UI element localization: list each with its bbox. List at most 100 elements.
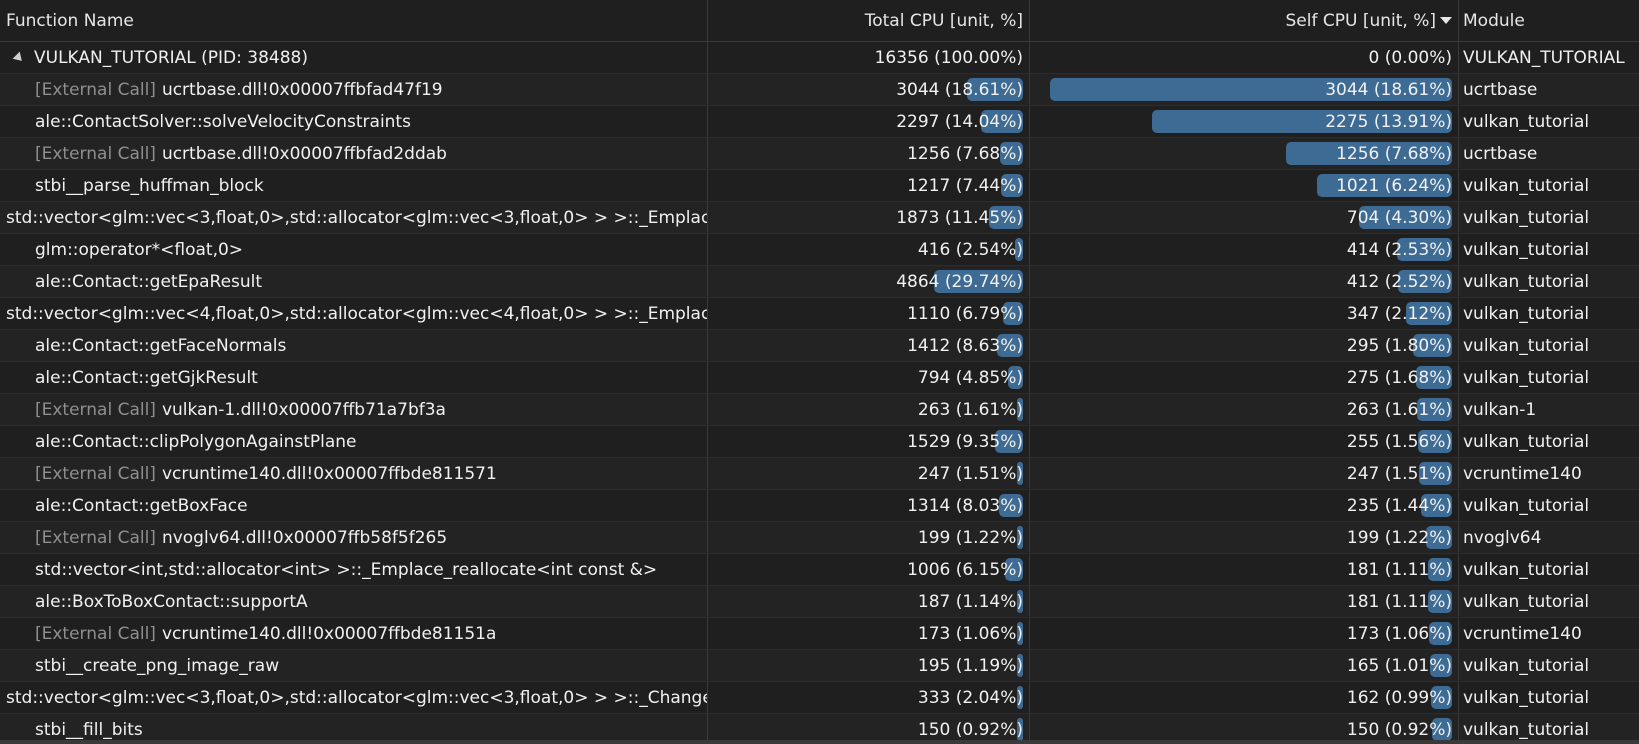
self-cpu-value: 1256 (7.68%) (1336, 143, 1452, 164)
self-cpu-cell: 162 (0.99%) (1030, 682, 1459, 713)
self-cpu-cell: 263 (1.61%) (1030, 394, 1459, 425)
column-header-function-name[interactable]: Function Name (0, 0, 708, 41)
total-cpu-cell: 150 (0.92%) (708, 714, 1030, 740)
table-row[interactable]: ale::Contact::clipPolygonAgainstPlane 152… (0, 426, 1639, 458)
table-row[interactable]: ale::Contact::getBoxFace 1314 (8.03%) 235 … (0, 490, 1639, 522)
table-row[interactable]: [External Call] vulkan-1.dll!0x00007ffb71… (0, 394, 1639, 426)
module-name: vulkan_tutorial (1463, 175, 1590, 196)
self-cpu-value: 255 (1.56%) (1346, 431, 1452, 452)
function-name: ale::Contact::getBoxFace (35, 495, 248, 516)
total-cpu-value: 16356 (100.00%) (874, 47, 1023, 68)
collapse-triangle-icon[interactable] (12, 51, 26, 64)
self-cpu-value: 295 (1.80%) (1346, 335, 1452, 356)
self-cpu-cell: 235 (1.44%) (1030, 490, 1459, 521)
self-cpu-cell: 181 (1.11%) (1030, 554, 1459, 585)
module-name: vcruntime140 (1463, 463, 1582, 484)
function-name: nvoglv64.dll!0x00007ffb58f5f265 (161, 527, 448, 548)
table-row[interactable]: stbi__create_png_image_raw 195 (1.19%) 165… (0, 650, 1639, 682)
table-row[interactable]: [External Call] vcruntime140.dll!0x00007f… (0, 458, 1639, 490)
module-cell: vulkan_tutorial (1459, 234, 1639, 265)
total-cpu-value: 1529 (9.35%) (907, 431, 1023, 452)
column-header-module[interactable]: Module (1459, 0, 1639, 41)
table-row[interactable]: std::vector<glm::vec<3,float,0>,std::all… (0, 202, 1639, 234)
self-cpu-cell: 414 (2.53%) (1030, 234, 1459, 265)
self-cpu-value: 181 (1.11%) (1346, 591, 1452, 612)
self-cpu-value: 181 (1.11%) (1346, 559, 1452, 580)
table-row[interactable]: VULKAN_TUTORIAL (PID: 38488) 16356 (100.0… (0, 42, 1639, 74)
function-name-cell: stbi__create_png_image_raw (0, 650, 708, 681)
table-row[interactable]: ale::Contact::getFaceNormals 1412 (8.63%)… (0, 330, 1639, 362)
module-name: vulkan_tutorial (1463, 495, 1590, 516)
module-name: vulkan_tutorial (1463, 207, 1590, 228)
column-header-self-cpu[interactable]: Self CPU [unit, %] (1030, 0, 1459, 41)
self-cpu-value: 0 (0.00%) (1368, 47, 1453, 68)
sort-descending-icon (1440, 17, 1452, 24)
module-name: vulkan_tutorial (1463, 687, 1590, 708)
module-name: vulkan-1 (1463, 399, 1537, 420)
table-row[interactable]: [External Call] nvoglv64.dll!0x00007ffb58… (0, 522, 1639, 554)
function-name: stbi__parse_huffman_block (35, 175, 264, 196)
table-row[interactable]: ale::BoxToBoxContact::supportA 187 (1.14%… (0, 586, 1639, 618)
total-cpu-value: 195 (1.19%) (917, 655, 1023, 676)
table-row[interactable]: [External Call] vcruntime140.dll!0x00007f… (0, 618, 1639, 650)
table-row[interactable]: ale::Contact::getGjkResult 794 (4.85%) 275… (0, 362, 1639, 394)
self-cpu-cell: 255 (1.56%) (1030, 426, 1459, 457)
table-row[interactable]: [External Call] ucrtbase.dll!0x00007ffbfa… (0, 74, 1639, 106)
column-header-total-cpu[interactable]: Total CPU [unit, %] (708, 0, 1030, 41)
external-call-label: [External Call] (35, 527, 156, 548)
table-row[interactable]: glm::operator*<float,0> 416 (2.54%) 414 (2… (0, 234, 1639, 266)
self-cpu-value: 3044 (18.61%) (1325, 79, 1452, 100)
total-cpu-cell: 4864 (29.74%) (708, 266, 1030, 297)
function-name-cell: VULKAN_TUTORIAL (PID: 38488) (0, 42, 708, 73)
total-cpu-cell: 1529 (9.35%) (708, 426, 1030, 457)
self-cpu-cell: 150 (0.92%) (1030, 714, 1459, 740)
table-row[interactable]: [External Call] ucrtbase.dll!0x00007ffbfa… (0, 138, 1639, 170)
table-row[interactable]: ale::Contact::getEpaResult 4864 (29.74%) 4… (0, 266, 1639, 298)
function-name: std::vector<glm::vec<3,float,0>,std::all… (6, 687, 708, 708)
table-row[interactable]: stbi__fill_bits 150 (0.92%) 150 (0.92%) vul… (0, 714, 1639, 740)
table-body: VULKAN_TUTORIAL (PID: 38488) 16356 (100.0… (0, 42, 1639, 740)
self-cpu-cell: 295 (1.80%) (1030, 330, 1459, 361)
horizontal-scrollbar[interactable] (0, 740, 1639, 744)
external-call-label: [External Call] (35, 463, 156, 484)
module-name: vulkan_tutorial (1463, 431, 1590, 452)
total-cpu-value: 150 (0.92%) (917, 719, 1023, 740)
function-name-cell: stbi__parse_huffman_block (0, 170, 708, 201)
total-cpu-cell: 199 (1.22%) (708, 522, 1030, 553)
module-name: vulkan_tutorial (1463, 655, 1590, 676)
function-name: vulkan-1.dll!0x00007ffb71a7bf3a (161, 399, 446, 420)
function-name-cell: std::vector<glm::vec<3,float,0>,std::all… (0, 202, 708, 233)
module-name: vulkan_tutorial (1463, 239, 1590, 260)
module-cell: vulkan_tutorial (1459, 266, 1639, 297)
table-row[interactable]: std::vector<glm::vec<4,float,0>,std::all… (0, 298, 1639, 330)
total-cpu-value: 247 (1.51%) (917, 463, 1023, 484)
self-cpu-value: 199 (1.22%) (1346, 527, 1452, 548)
total-cpu-cell: 247 (1.51%) (708, 458, 1030, 489)
function-name: std::vector<glm::vec<3,float,0>,std::all… (6, 207, 708, 228)
table-row[interactable]: stbi__parse_huffman_block 1217 (7.44%) 102… (0, 170, 1639, 202)
table-row[interactable]: std::vector<glm::vec<3,float,0>,std::all… (0, 682, 1639, 714)
total-cpu-value: 416 (2.54%) (917, 239, 1023, 260)
table-row[interactable]: std::vector<int,std::allocator<int> >::_… (0, 554, 1639, 586)
module-name: vulkan_tutorial (1463, 591, 1590, 612)
self-cpu-value: 162 (0.99%) (1346, 687, 1452, 708)
self-cpu-value: 275 (1.68%) (1346, 367, 1452, 388)
function-name: vcruntime140.dll!0x00007ffbde811571 (161, 463, 497, 484)
total-cpu-value: 187 (1.14%) (917, 591, 1023, 612)
module-cell: vulkan_tutorial (1459, 170, 1639, 201)
module-cell: vulkan_tutorial (1459, 586, 1639, 617)
self-cpu-value: 1021 (6.24%) (1336, 175, 1452, 196)
total-cpu-cell: 1217 (7.44%) (708, 170, 1030, 201)
function-name-cell: ale::Contact::getBoxFace (0, 490, 708, 521)
module-name: vulkan_tutorial (1463, 303, 1590, 324)
function-name-cell: ale::Contact::getEpaResult (0, 266, 708, 297)
total-cpu-value: 1256 (7.68%) (907, 143, 1023, 164)
function-name: stbi__fill_bits (35, 719, 143, 740)
total-cpu-value: 3044 (18.61%) (896, 79, 1023, 100)
total-cpu-cell: 1256 (7.68%) (708, 138, 1030, 169)
function-name-cell: std::vector<int,std::allocator<int> >::_… (0, 554, 708, 585)
table-row[interactable]: ale::ContactSolver::solveVelocityConstra… (0, 106, 1639, 138)
total-cpu-cell: 16356 (100.00%) (708, 42, 1030, 73)
self-cpu-value: 165 (1.01%) (1346, 655, 1452, 676)
cpu-usage-table: Function Name Total CPU [unit, %] Self C… (0, 0, 1639, 740)
